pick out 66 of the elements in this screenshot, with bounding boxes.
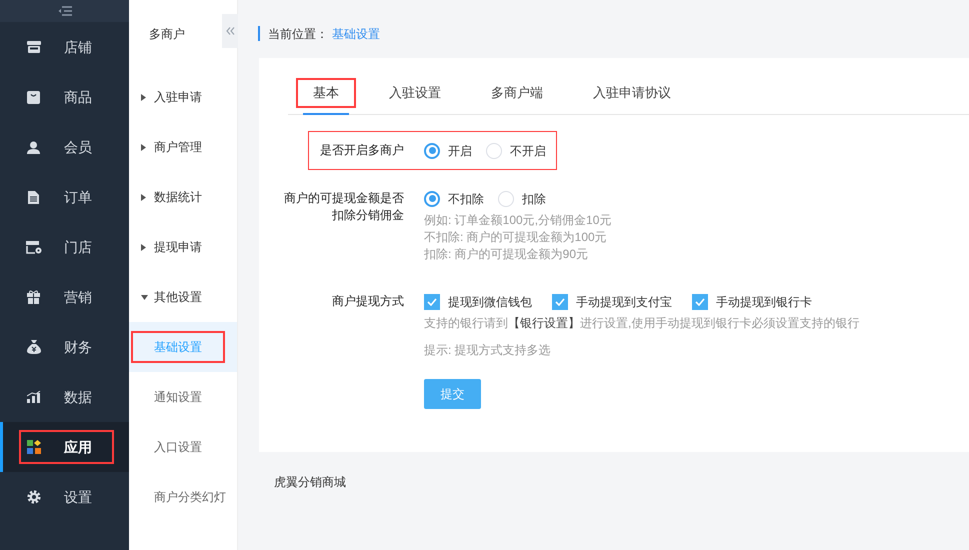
caret-right-icon — [141, 144, 146, 150]
submenu-item[interactable]: 入口设置 — [129, 422, 237, 472]
caret-right-icon — [141, 94, 146, 100]
hint-text: 提示: 提现方式支持多选 — [424, 342, 552, 359]
checkbox[interactable] — [424, 294, 440, 310]
bag-icon — [27, 90, 40, 104]
radio-button[interactable] — [424, 190, 440, 206]
nav-item[interactable]: 财务 — [0, 322, 129, 372]
bar-chart-icon — [26, 391, 40, 403]
gift-icon — [27, 290, 40, 304]
submenu-title: 多商户 — [149, 27, 185, 41]
nav-item[interactable]: 店铺 — [0, 22, 129, 72]
submenu-group[interactable]: 商户管理 — [129, 122, 237, 172]
setting-label: 商户的可提现金额是否扣除分销佣金 — [283, 190, 404, 224]
nav-item[interactable]: 订单 — [0, 172, 129, 222]
submenu-group[interactable]: 入驻申请 — [129, 72, 237, 122]
nav-item[interactable]: 门店 — [0, 222, 129, 272]
tab[interactable]: 入驻设置 — [372, 78, 458, 108]
check-icon — [555, 298, 565, 306]
setting-label: 商户提现方式 — [332, 293, 404, 310]
document-icon — [28, 190, 39, 204]
caret-right-icon — [141, 244, 146, 250]
submenu-group[interactable]: 数据统计 — [129, 172, 237, 222]
option-label[interactable]: 不开启 — [510, 142, 546, 160]
hint-text: 扣除: 商户的可提现金额为90元 — [424, 246, 590, 263]
hint-text: 例如: 订单金额100元,分销佣金10元 — [424, 212, 612, 229]
collapse-tab[interactable] — [222, 14, 238, 48]
tab-underline — [303, 113, 349, 115]
option-label[interactable]: 提现到微信钱包 — [448, 292, 532, 310]
check-icon — [427, 298, 437, 306]
storefront-icon — [26, 41, 40, 53]
money-bag-icon — [26, 340, 40, 354]
hint-text: 不扣除: 商户的可提现金额为100元 — [424, 229, 608, 246]
nav-item[interactable]: 会员 — [0, 122, 129, 172]
nav-item[interactable]: 营销 — [0, 272, 129, 322]
caret-right-icon — [141, 194, 146, 200]
checkbox[interactable] — [552, 294, 568, 310]
store-gear-icon — [26, 240, 42, 254]
menu-collapse-icon[interactable] — [58, 6, 72, 16]
setting-label: 是否开启多商户 — [320, 142, 404, 159]
submenu-item[interactable]: 商户分类幻灯 — [129, 472, 237, 522]
nav-item[interactable]: 商品 — [0, 72, 129, 122]
check-icon — [695, 298, 705, 306]
tab[interactable]: 多商户端 — [474, 78, 560, 108]
submenu-group[interactable]: 其他设置 — [129, 272, 237, 322]
nav-item[interactable]: 设置 — [0, 472, 129, 522]
double-chevron-icon — [226, 27, 234, 35]
submenu-group[interactable]: 提现申请 — [129, 222, 237, 272]
hint-text: 支持的银行请到【银行设置】进行设置,使用手动提现到银行卡必须设置支持的银行 — [424, 315, 860, 332]
nav-item[interactable]: 数据 — [0, 372, 129, 422]
tab[interactable]: 入驻申请协议 — [576, 78, 688, 108]
app-grid-icon — [26, 440, 40, 454]
footer-text: 虎翼分销商城 — [274, 475, 346, 489]
nav-item[interactable]: 应用 — [0, 422, 129, 472]
option-label[interactable]: 手动提现到银行卡 — [716, 292, 812, 310]
caret-down-icon — [141, 294, 148, 300]
settings-icon — [26, 490, 40, 504]
radio-button[interactable] — [424, 142, 440, 158]
option-label[interactable]: 手动提现到支付宝 — [576, 292, 672, 310]
option-label[interactable]: 扣除 — [522, 190, 546, 208]
submenu-item[interactable]: 通知设置 — [129, 372, 237, 422]
breadcrumb-label: 当前位置： — [268, 26, 328, 42]
option-label[interactable]: 开启 — [448, 142, 472, 160]
option-label[interactable]: 不扣除 — [448, 190, 484, 208]
checkbox[interactable] — [692, 294, 708, 310]
user-icon — [27, 140, 40, 154]
